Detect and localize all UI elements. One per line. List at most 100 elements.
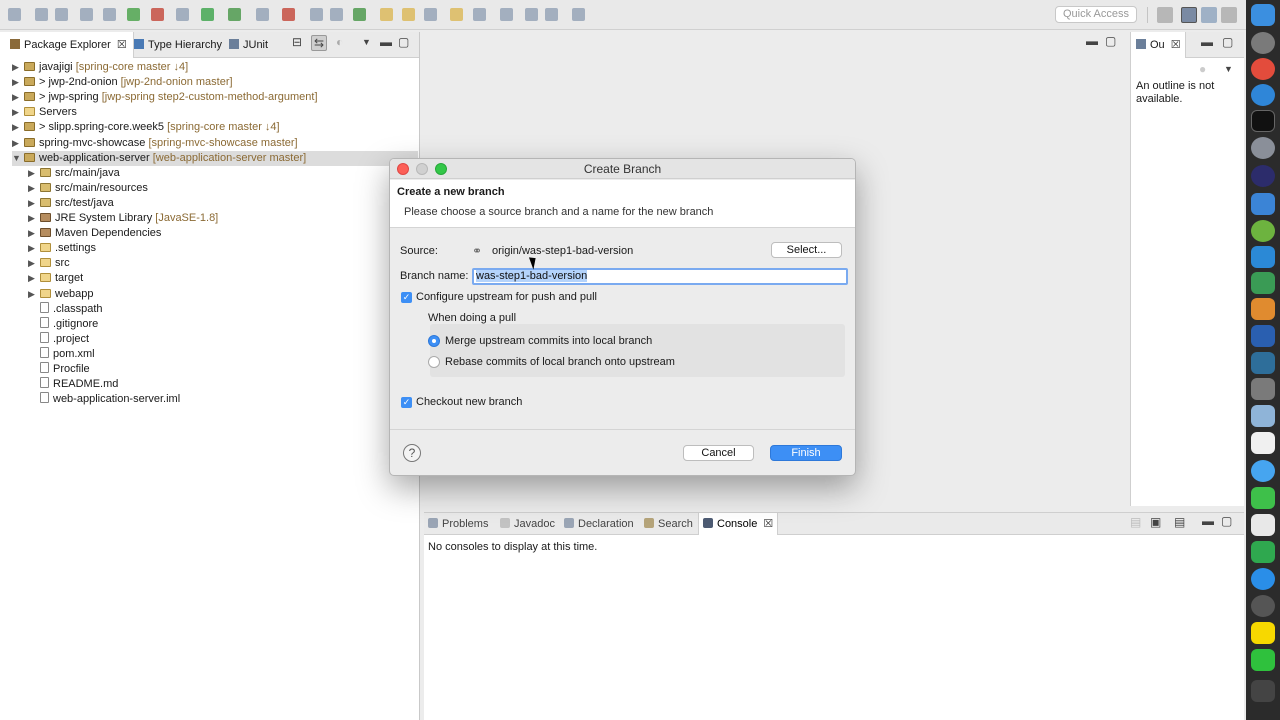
search-icon[interactable] [424, 8, 437, 21]
tab-package-explorer[interactable]: Package Explorer ☒ [0, 32, 134, 58]
tree-item[interactable]: ▶ > jwp-spring [jwp-spring step2-custom-m… [12, 90, 418, 105]
tree-item[interactable]: ▶ src/test/java [28, 196, 418, 211]
tree-item[interactable]: web-application-server.iml [28, 392, 418, 407]
view-menu-icon[interactable]: ◐ [336, 35, 343, 49]
new-java-project-icon[interactable] [310, 8, 323, 21]
tree-item[interactable]: ▼ web-application-server [web-application… [12, 150, 418, 166]
tree-item[interactable]: .gitignore [28, 316, 418, 332]
sublime-icon[interactable] [1251, 298, 1275, 320]
numbers-icon[interactable] [1251, 541, 1275, 563]
tab-outline[interactable]: Ou ☒ [1131, 32, 1186, 58]
display-console-icon[interactable]: ▣ [1150, 515, 1161, 529]
expand-right-icon[interactable]: ▶ [28, 241, 38, 256]
view-menu-chevron-icon[interactable]: ▼ [362, 37, 371, 47]
time-machine-icon[interactable] [1251, 595, 1275, 617]
expand-right-icon[interactable]: ▶ [12, 120, 22, 135]
tree-item[interactable]: .classpath [28, 301, 418, 317]
tree-item[interactable]: ▶ Servers [12, 105, 418, 120]
tree-item[interactable]: README.md [28, 377, 418, 392]
back-history-icon[interactable] [545, 8, 558, 21]
close-icon[interactable]: ☒ [763, 518, 773, 530]
preview-icon[interactable] [1251, 405, 1275, 427]
expand-right-icon[interactable]: ▶ [28, 287, 38, 302]
facetime-icon[interactable] [1251, 487, 1275, 509]
tree-item[interactable]: ▶ .settings [28, 241, 418, 256]
forward-icon[interactable] [572, 8, 585, 21]
open-folder-icon[interactable] [402, 8, 415, 21]
git-perspective-icon[interactable] [1181, 7, 1197, 23]
expand-right-icon[interactable]: ▶ [12, 90, 22, 105]
open-perspective-icon[interactable] [1157, 7, 1173, 23]
tree-item[interactable]: ▶ javajigi [spring-core master ↓4] [12, 60, 418, 75]
tree-item[interactable]: ▶ src/main/java [28, 166, 418, 181]
maximize-icon[interactable]: ▢ [1105, 34, 1116, 48]
minimize-icon[interactable]: ▬ [1086, 34, 1098, 48]
keynote-icon[interactable] [1251, 514, 1275, 536]
back-icon[interactable] [525, 8, 538, 21]
expand-right-icon[interactable]: ▶ [28, 181, 38, 196]
external-tools-icon[interactable] [256, 8, 269, 21]
maximize-icon[interactable]: ▢ [1222, 35, 1233, 49]
mysql-icon[interactable] [1251, 352, 1275, 374]
finish-button[interactable]: Finish [770, 445, 842, 461]
debug-icon[interactable] [176, 8, 189, 21]
notes-icon[interactable] [1251, 432, 1275, 454]
maximize-icon[interactable]: ▢ [398, 35, 409, 49]
tree-item[interactable]: ▶ src/main/resources [28, 181, 418, 196]
tab-console[interactable]: Console ☒ [698, 513, 779, 535]
cancel-button[interactable]: Cancel [683, 445, 754, 461]
clear-console-icon[interactable]: ▤ [1130, 515, 1141, 529]
android-studio-icon[interactable] [1251, 272, 1275, 294]
next-annotation-icon[interactable] [500, 8, 513, 21]
trash-icon[interactable] [1251, 680, 1275, 702]
toggle-mark-icon[interactable] [473, 8, 486, 21]
debug-perspective-icon[interactable] [1201, 7, 1217, 23]
finder-icon[interactable] [1251, 4, 1275, 26]
settings-icon[interactable] [1251, 137, 1275, 159]
expand-right-icon[interactable]: ▶ [28, 196, 38, 211]
tree-item[interactable]: ▶ target [28, 271, 418, 286]
expand-down-icon[interactable]: ▼ [12, 151, 22, 166]
tab-problems[interactable]: Problems [428, 513, 488, 535]
save-icon[interactable] [35, 8, 48, 21]
new-server-icon[interactable] [282, 8, 295, 21]
messages-icon[interactable] [1251, 460, 1275, 482]
line-icon[interactable] [1251, 649, 1275, 671]
tree-item[interactable]: ▶ src [28, 256, 418, 271]
java-ee-perspective-icon[interactable] [1221, 7, 1237, 23]
expand-right-icon[interactable]: ▶ [28, 166, 38, 181]
collapse-all-icon[interactable]: ⊟ [292, 35, 302, 49]
merge-radio[interactable] [428, 335, 440, 347]
new-package-icon[interactable] [330, 8, 343, 21]
coverage-icon[interactable] [228, 8, 241, 21]
view-menu-chevron-icon[interactable]: ▼ [1224, 64, 1233, 74]
help-icon[interactable]: ? [403, 444, 421, 462]
tree-item[interactable]: ▶ JRE System Library [JavaSE-1.8] [28, 211, 418, 226]
git-icon[interactable] [127, 8, 140, 21]
skip-breakpoints-icon[interactable] [103, 8, 116, 21]
expand-right-icon[interactable]: ▶ [12, 105, 22, 120]
vscode-icon[interactable] [1251, 193, 1275, 215]
launchpad-icon[interactable] [1251, 32, 1275, 54]
chrome-icon[interactable] [1251, 58, 1275, 80]
configure-upstream-checkbox[interactable]: ✓ [401, 292, 412, 303]
checkout-checkbox[interactable]: ✓ [401, 397, 412, 408]
tree-item[interactable]: ▶ spring-mvc-showcase [spring-mvc-showcas… [12, 136, 418, 151]
tab-search[interactable]: Search [644, 513, 693, 535]
sourcetree-icon[interactable] [1251, 325, 1275, 347]
expand-right-icon[interactable]: ▶ [12, 136, 22, 151]
tree-item[interactable]: pom.xml [28, 346, 418, 362]
minimize-icon[interactable]: ▬ [380, 35, 392, 49]
terminal-icon[interactable] [1251, 110, 1275, 132]
tree-item[interactable]: Procfile [28, 362, 418, 377]
tree-item[interactable]: ▶ webapp [28, 287, 418, 302]
tab-junit[interactable]: JUnit [229, 32, 268, 58]
open-console-icon[interactable]: ▤ [1174, 515, 1185, 529]
close-icon[interactable]: ☒ [1171, 39, 1181, 51]
tab-type-hierarchy[interactable]: Type Hierarchy [134, 32, 222, 58]
tab-javadoc[interactable]: Javadoc [500, 513, 555, 535]
open-type-icon[interactable] [380, 8, 393, 21]
safari-icon[interactable] [1251, 84, 1275, 106]
expand-right-icon[interactable]: ▶ [28, 226, 38, 241]
tree-item[interactable]: .project [28, 331, 418, 347]
